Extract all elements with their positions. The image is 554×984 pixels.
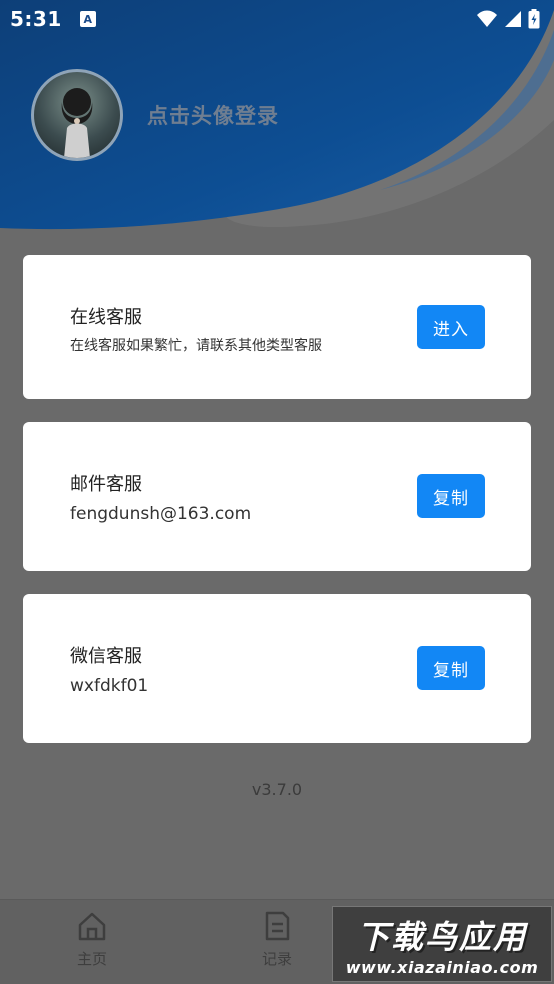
nav-home[interactable]: 主页 [52, 910, 132, 969]
watermark-logo: 下载鸟应用 www.xiazainiao.com [332, 906, 552, 982]
card-title: 邮件客服 [70, 474, 142, 495]
wechat-id: wxfdkf01 [70, 676, 149, 696]
card-detail: 在线客服如果繁忙，请联系其他类型客服 [70, 338, 322, 354]
copy-email-button[interactable]: 复制 [417, 474, 485, 518]
card-title: 微信客服 [70, 646, 142, 667]
document-icon [265, 911, 290, 941]
online-service-card: 在线客服 在线客服如果繁忙，请联系其他类型客服 进入 [23, 255, 531, 399]
wechat-service-card: 微信客服 wxfdkf01 复制 [23, 594, 531, 743]
avatar-image [61, 88, 93, 158]
avatar[interactable] [31, 69, 123, 161]
status-bar: 5:31 A [0, 0, 554, 38]
nav-records-label: 记录 [261, 950, 292, 968]
status-time: 5:31 [10, 7, 62, 31]
battery-icon [528, 9, 540, 29]
home-icon [78, 912, 106, 941]
notification-icon: A [79, 11, 96, 27]
email-address: fengdunsh@163.com [70, 504, 252, 524]
enter-button[interactable]: 进入 [417, 305, 485, 349]
signal-icon [505, 11, 521, 27]
watermark-title: 下载鸟应用 [356, 917, 527, 956]
nav-records[interactable]: 记录 [237, 910, 317, 969]
card-title: 在线客服 [70, 307, 142, 328]
copy-wechat-button[interactable]: 复制 [417, 646, 485, 690]
version-label: v3.7.0 [251, 780, 303, 799]
email-service-card: 邮件客服 fengdunsh@163.com 复制 [23, 422, 531, 571]
watermark-url: www.xiazainiao.com [345, 957, 539, 977]
wifi-icon [477, 10, 497, 27]
nav-home-label: 主页 [76, 950, 107, 968]
login-prompt[interactable]: 点击头像登录 [147, 100, 279, 130]
